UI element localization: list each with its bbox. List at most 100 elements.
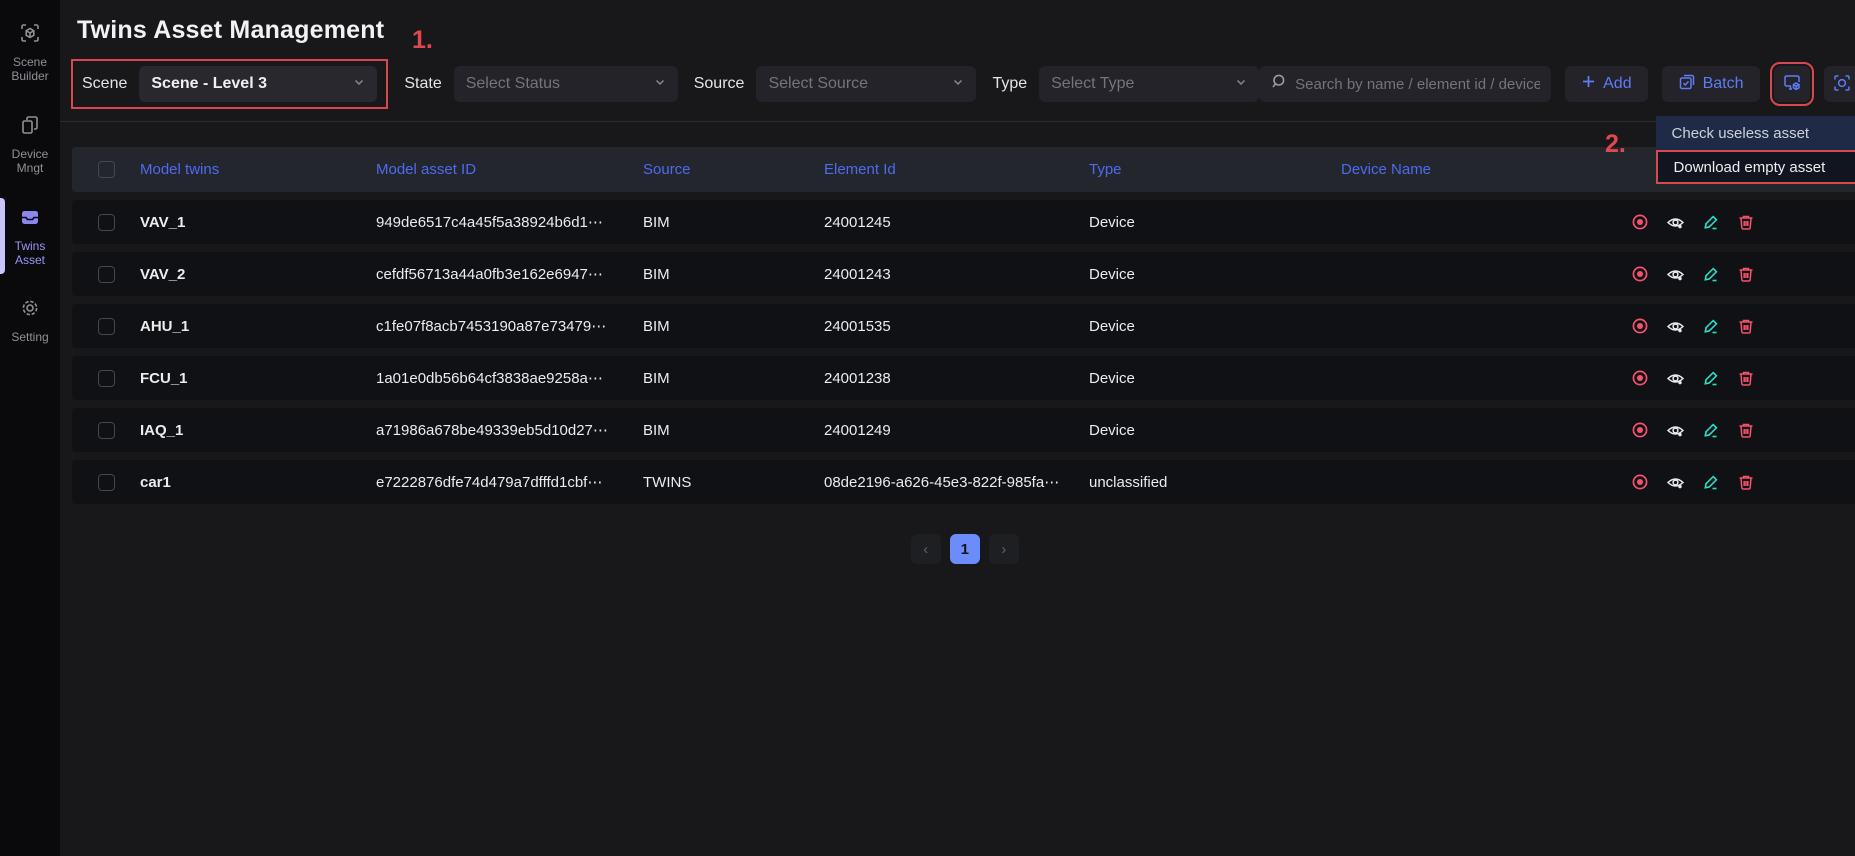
- row-checkbox[interactable]: [98, 266, 115, 283]
- cell-model-twins: FCU_1: [140, 370, 376, 387]
- type-select[interactable]: Select Type: [1039, 66, 1259, 102]
- trash-icon[interactable]: [1737, 421, 1755, 439]
- scene-select-value: Scene - Level 3: [151, 75, 267, 93]
- cell-model-twins: AHU_1: [140, 318, 376, 335]
- table-row: IAQ_1 a71986a678be49339eb5d10d27⋯ BIM 24…: [72, 408, 1855, 452]
- eye-check-icon[interactable]: [1666, 473, 1685, 492]
- menu-item-check-useless-asset[interactable]: Check useless asset: [1656, 116, 1855, 150]
- sidebar-item-label: Twins Asset: [4, 239, 56, 268]
- edit-pencil-icon[interactable]: [1702, 317, 1720, 335]
- target-icon[interactable]: [1631, 317, 1649, 335]
- type-filter-group: Type Select Type: [992, 66, 1259, 102]
- row-checkbox[interactable]: [98, 370, 115, 387]
- trash-icon[interactable]: [1737, 473, 1755, 491]
- cell-source: BIM: [643, 214, 824, 231]
- source-select[interactable]: Select Source: [756, 66, 976, 102]
- sidebar-item-twins-asset[interactable]: Twins Asset: [0, 206, 60, 268]
- cell-source: BIM: [643, 422, 824, 439]
- cell-model-twins: car1: [140, 474, 376, 491]
- state-filter-group: State Select Status: [404, 66, 677, 102]
- asset-check-button[interactable]: [1774, 66, 1810, 102]
- trash-icon[interactable]: [1737, 265, 1755, 283]
- add-button[interactable]: Add: [1565, 66, 1647, 102]
- table-row: FCU_1 1a01e0db56b64cf3838ae9258a⋯ BIM 24…: [72, 356, 1855, 400]
- column-header-element-id[interactable]: Element Id: [824, 161, 1089, 178]
- annotation-step-1: 1.: [412, 26, 433, 55]
- pagination-next-button[interactable]: ›: [989, 534, 1019, 564]
- scene-filter-label: Scene: [82, 75, 127, 93]
- state-select[interactable]: Select Status: [454, 66, 678, 102]
- menu-item-download-empty-asset[interactable]: Download empty asset: [1656, 150, 1855, 184]
- column-header-device-name[interactable]: Device Name: [1341, 161, 1621, 178]
- trash-icon[interactable]: [1737, 369, 1755, 387]
- cell-element-id: 24001249: [824, 422, 1089, 439]
- cell-model-twins: VAV_2: [140, 266, 376, 283]
- eye-check-icon[interactable]: [1666, 369, 1685, 388]
- row-checkbox[interactable]: [98, 318, 115, 335]
- active-indicator: [0, 198, 5, 274]
- cell-type: Device: [1089, 318, 1341, 335]
- trash-icon[interactable]: [1737, 317, 1755, 335]
- row-checkbox[interactable]: [98, 474, 115, 491]
- search-input[interactable]: [1295, 76, 1540, 93]
- edit-pencil-icon[interactable]: [1702, 213, 1720, 231]
- type-select-placeholder: Select Type: [1051, 75, 1134, 93]
- plus-icon: [1581, 74, 1596, 94]
- sidebar-item-device-mngt[interactable]: Device Mngt: [0, 114, 60, 176]
- row-checkbox[interactable]: [98, 214, 115, 231]
- target-icon[interactable]: [1631, 213, 1649, 231]
- add-button-label: Add: [1603, 75, 1631, 93]
- cell-model-twins: VAV_1: [140, 214, 376, 231]
- column-header-model-twins[interactable]: Model twins: [140, 161, 376, 178]
- pagination: ‹ 1 ›: [60, 534, 1855, 564]
- eye-check-icon[interactable]: [1666, 213, 1685, 232]
- edit-pencil-icon[interactable]: [1702, 473, 1720, 491]
- select-all-checkbox[interactable]: [98, 161, 115, 178]
- source-filter-label: Source: [694, 75, 745, 93]
- cell-model-asset-id: a71986a678be49339eb5d10d27⋯: [376, 421, 643, 439]
- row-checkbox[interactable]: [98, 422, 115, 439]
- column-header-type[interactable]: Type: [1089, 161, 1341, 178]
- cell-source: BIM: [643, 266, 824, 283]
- scene-select[interactable]: Scene - Level 3: [139, 66, 377, 102]
- table-row: car1 e7222876dfe74d479a7dfffd1cbf⋯ TWINS…: [72, 460, 1855, 504]
- asset-check-icon: [1782, 73, 1802, 96]
- sidebar: Scene Builder Device Mngt Twins Asset: [0, 0, 60, 856]
- table-row: AHU_1 c1fe07f8acb7453190a87e73479⋯ BIM 2…: [72, 304, 1855, 348]
- annotation-step-2: 2.: [1605, 130, 1626, 159]
- app-window: Scene Builder Device Mngt Twins Asset: [0, 0, 1855, 856]
- trash-icon[interactable]: [1737, 213, 1755, 231]
- scene-builder-icon: [19, 22, 41, 49]
- edit-pencil-icon[interactable]: [1702, 421, 1720, 439]
- target-icon[interactable]: [1631, 421, 1649, 439]
- asset-table: Model twins Model asset ID Source Elemen…: [72, 147, 1855, 504]
- eye-check-icon[interactable]: [1666, 317, 1685, 336]
- pagination-page-1[interactable]: 1: [950, 534, 980, 564]
- pagination-prev-button[interactable]: ‹: [911, 534, 941, 564]
- target-icon[interactable]: [1631, 473, 1649, 491]
- target-icon[interactable]: [1631, 265, 1649, 283]
- eye-check-icon[interactable]: [1666, 421, 1685, 440]
- target-icon[interactable]: [1631, 369, 1649, 387]
- sidebar-item-scene-builder[interactable]: Scene Builder: [0, 22, 60, 84]
- chevron-down-icon: [654, 75, 666, 93]
- table-row: VAV_2 cefdf56713a44a0fb3e162e6947⋯ BIM 2…: [72, 252, 1855, 296]
- section-divider: [60, 121, 1855, 122]
- scene-filter-highlight-box: Scene Scene - Level 3: [71, 59, 388, 109]
- column-header-source[interactable]: Source: [643, 161, 824, 178]
- twins-asset-icon: [19, 206, 41, 233]
- edit-pencil-icon[interactable]: [1702, 369, 1720, 387]
- column-header-model-asset-id[interactable]: Model asset ID: [376, 161, 643, 178]
- eye-check-icon[interactable]: [1666, 265, 1685, 284]
- chevron-down-icon: [952, 75, 964, 93]
- cell-type: Device: [1089, 422, 1341, 439]
- cell-source: BIM: [643, 370, 824, 387]
- cell-element-id: 24001245: [824, 214, 1089, 231]
- batch-button[interactable]: Batch: [1662, 66, 1760, 102]
- sidebar-item-setting[interactable]: Setting: [0, 297, 60, 344]
- sidebar-item-label: Scene Builder: [4, 55, 56, 84]
- menu-item-label: Check useless asset: [1672, 125, 1810, 142]
- edit-pencil-icon[interactable]: [1702, 265, 1720, 283]
- cell-type: Device: [1089, 214, 1341, 231]
- scan-settings-button[interactable]: [1824, 66, 1855, 102]
